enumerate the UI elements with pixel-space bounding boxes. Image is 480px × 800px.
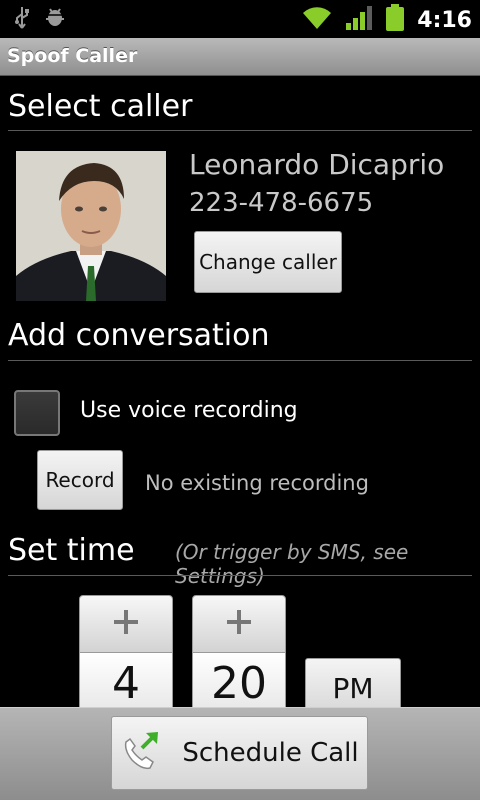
hour-increment-button[interactable] — [79, 595, 173, 653]
caller-photo[interactable] — [16, 151, 166, 301]
plus-icon — [111, 607, 141, 641]
app-title: Spoof Caller — [7, 45, 138, 67]
divider — [8, 360, 472, 361]
use-voice-checkbox[interactable] — [14, 390, 60, 436]
app-title-bar: Spoof Caller — [0, 38, 480, 76]
caller-number: 223-478-6675 — [189, 188, 374, 218]
change-caller-button[interactable]: Change caller — [194, 231, 342, 293]
wifi-icon — [301, 5, 333, 35]
add-conversation-heading: Add conversation — [8, 318, 270, 353]
divider — [8, 130, 472, 131]
select-caller-heading: Select caller — [8, 89, 193, 124]
recording-status: No existing recording — [145, 471, 369, 495]
phone-schedule-icon — [120, 728, 164, 779]
clock: 4:16 — [417, 7, 472, 33]
use-voice-label: Use voice recording — [80, 398, 298, 423]
signal-icon — [345, 5, 373, 35]
android-debug-icon — [44, 7, 66, 33]
battery-icon — [385, 4, 405, 36]
set-time-heading: Set time — [8, 533, 135, 568]
hour-value[interactable]: 4 — [79, 653, 173, 713]
schedule-call-label: Schedule Call — [182, 738, 359, 768]
minute-increment-button[interactable] — [192, 595, 286, 653]
schedule-call-button[interactable]: Schedule Call — [111, 716, 368, 790]
status-bar: 4:16 — [0, 0, 480, 38]
record-button[interactable]: Record — [37, 450, 123, 510]
caller-name: Leonardo Dicaprio — [189, 148, 445, 181]
plus-icon — [224, 607, 254, 641]
minute-value[interactable]: 20 — [192, 653, 286, 713]
sms-trigger-hint: (Or trigger by SMS, see Settings) — [175, 540, 409, 588]
usb-icon — [14, 6, 30, 34]
divider — [8, 575, 472, 576]
